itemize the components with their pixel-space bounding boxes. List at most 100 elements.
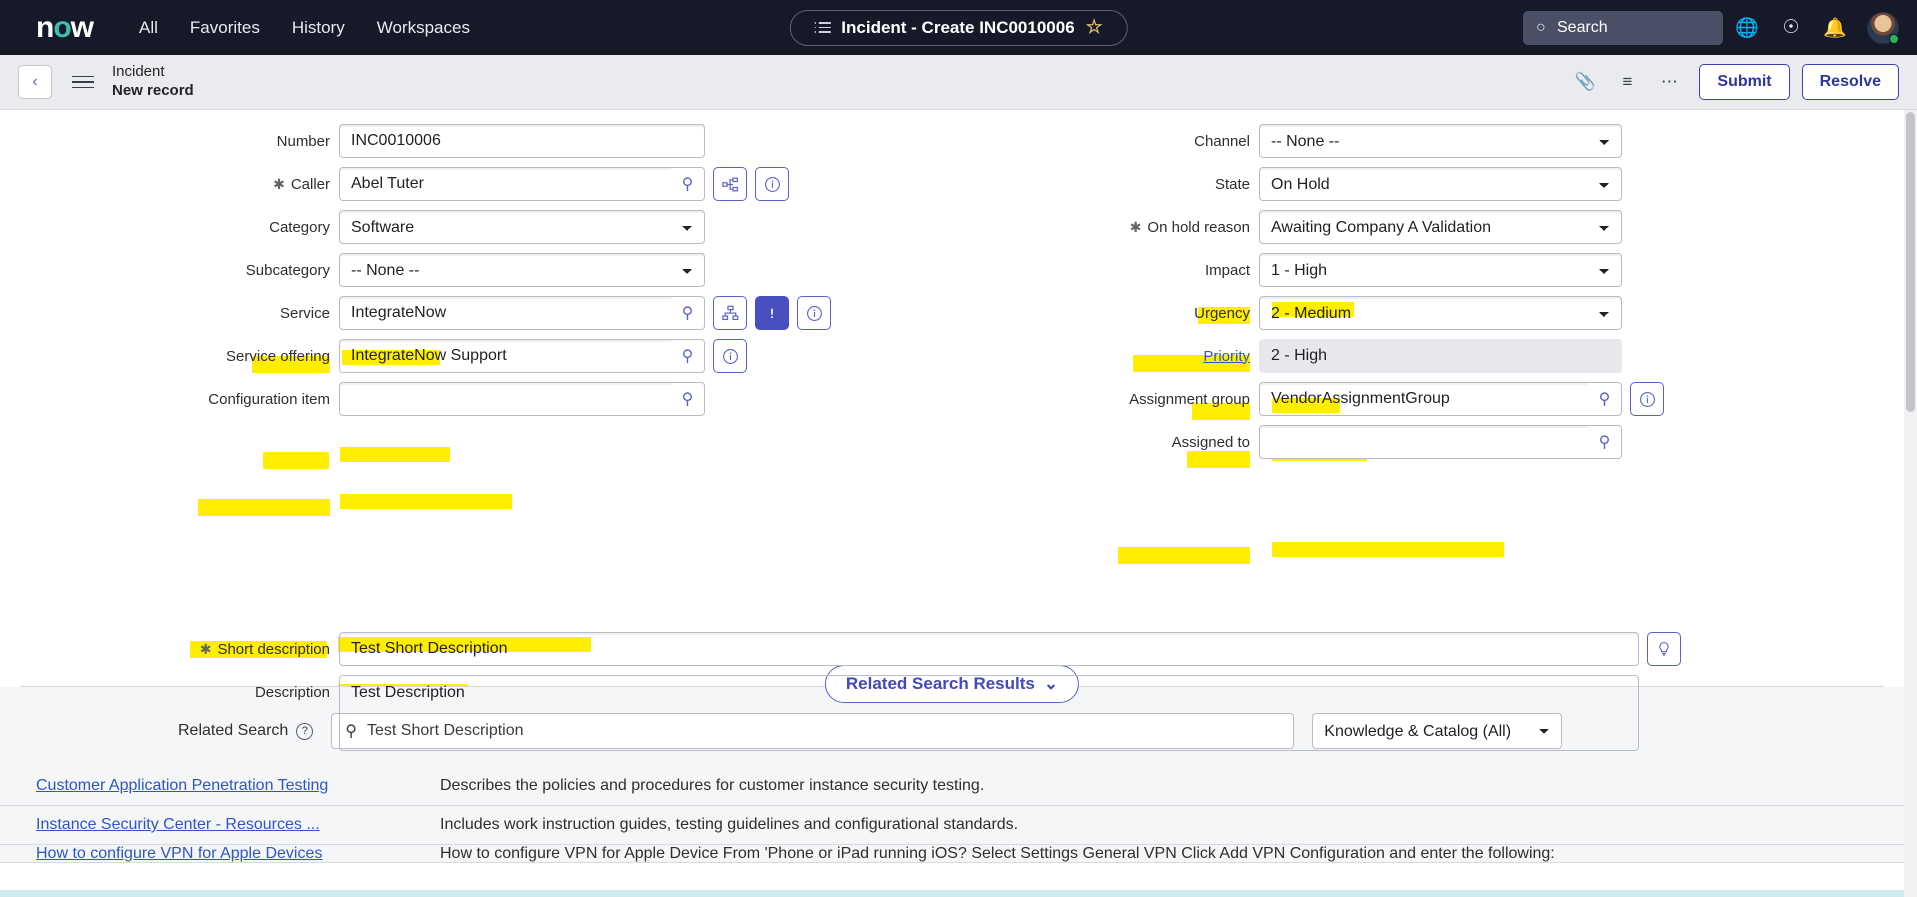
magnifier-icon-assigned-to[interactable]: ⚲ (1588, 425, 1622, 459)
sliders-icon[interactable]: ≡ (1609, 64, 1645, 100)
field-row-urgency: Urgency 2 - Medium (930, 296, 1700, 330)
nav-link-all[interactable]: All (123, 12, 174, 44)
form-left-column: Number INC0010006 ✱ Caller Abel Tuter ⚲ (0, 124, 870, 425)
select-channel[interactable]: -- None -- (1259, 124, 1622, 158)
result-description: How to configure VPN for Apple Device Fr… (440, 845, 1555, 862)
field-row-channel: Channel -- None -- (930, 124, 1700, 158)
help-icon[interactable]: ☉ (1771, 8, 1811, 48)
label-service: Service (279, 304, 330, 322)
input-short-description[interactable]: Test Short Description (339, 632, 1639, 666)
field-row-assigned-to: Assigned to ⚲ (930, 425, 1700, 459)
list-item[interactable]: How to configure VPN for Apple Devices H… (0, 845, 1904, 863)
list-icon (814, 19, 831, 36)
bell-icon[interactable]: 🔔 (1815, 8, 1855, 48)
ellipsis-icon[interactable]: ⋯ (1651, 64, 1687, 100)
paperclip-icon[interactable]: 📎 (1567, 64, 1603, 100)
input-number[interactable]: INC0010006 (339, 124, 705, 158)
nav-link-history[interactable]: History (276, 12, 361, 44)
global-search-placeholder: Search (1557, 18, 1608, 36)
sitemap-icon-service[interactable] (713, 296, 747, 330)
back-button[interactable]: ‹ (18, 65, 52, 99)
logo-letter-w: w (70, 10, 94, 44)
input-caller[interactable]: Abel Tuter (339, 167, 671, 201)
magnifier-icon-assignment-group[interactable]: ⚲ (1588, 382, 1622, 416)
input-assigned-to[interactable] (1259, 425, 1588, 459)
readonly-priority: 2 - High (1259, 339, 1622, 373)
field-row-service-offering: Service offering IntegrateNow Support ⚲ (0, 339, 870, 373)
field-row-subcategory: Subcategory -- None -- (0, 253, 870, 287)
label-channel: Channel (1194, 132, 1250, 150)
record-heading: Incident New record (112, 63, 194, 101)
record-title-pill[interactable]: Incident - Create INC0010006 ☆ (789, 9, 1128, 46)
field-row-priority: Priority 2 - High (930, 339, 1700, 373)
servicenow-logo[interactable]: now (36, 10, 94, 44)
label-on-hold-reason-text: On hold reason (1147, 218, 1250, 236)
star-icon[interactable]: ☆ (1086, 18, 1103, 37)
info-icon-assignment-group[interactable] (1630, 382, 1664, 416)
select-urgency[interactable]: 2 - Medium (1259, 296, 1622, 330)
required-asterisk-on-hold-reason: ✱ (1129, 218, 1142, 235)
info-icon-service-offering[interactable] (713, 339, 747, 373)
record-title-pill-wrapper: Incident - Create INC0010006 ☆ (789, 9, 1128, 46)
org-chart-icon-caller[interactable] (713, 167, 747, 201)
priority-label-link[interactable]: Priority (1203, 348, 1250, 365)
select-subcategory[interactable]: -- None -- (339, 253, 705, 287)
info-icon-caller[interactable] (755, 167, 789, 201)
field-row-on-hold-reason: ✱ On hold reason Awaiting Company A Vali… (930, 210, 1700, 244)
global-search-box[interactable]: ○ Search (1523, 10, 1723, 45)
textarea-description[interactable]: Test Description (339, 675, 1639, 751)
label-subcategory: Subcategory (245, 261, 330, 279)
result-title-link[interactable]: Customer Application Penetration Testing (36, 777, 440, 795)
result-description: Describes the policies and procedures fo… (440, 777, 985, 794)
nav-link-workspaces[interactable]: Workspaces (361, 12, 486, 44)
nav-link-favorites[interactable]: Favorites (174, 12, 276, 44)
globe-icon[interactable]: 🌐 (1727, 8, 1767, 48)
highlight-assignment-label (1118, 547, 1250, 564)
label-number: Number (276, 132, 330, 150)
label-category: Category (269, 218, 330, 236)
label-caller: ✱ Caller (0, 176, 330, 193)
related-search-results-list: Customer Application Penetration Testing… (0, 767, 1904, 863)
info-icon-service[interactable] (797, 296, 831, 330)
magnifier-icon-service[interactable]: ⚲ (671, 296, 705, 330)
logo-letter-o: o (53, 10, 71, 44)
result-title-link[interactable]: Instance Security Center - Resources ... (36, 816, 440, 834)
lightbulb-icon-short-description[interactable] (1647, 632, 1681, 666)
field-row-category: Category Software (0, 210, 870, 244)
input-service[interactable]: IntegrateNow (339, 296, 671, 330)
list-item[interactable]: Customer Application Penetration Testing… (0, 767, 1904, 806)
result-description: Includes work instruction guides, testin… (440, 816, 1019, 833)
input-service-offering[interactable]: IntegrateNow Support (339, 339, 671, 373)
field-row-number: Number INC0010006 (0, 124, 870, 158)
label-urgency: Urgency (1194, 304, 1250, 322)
nav-right-cluster: ○ Search 🌐 ☉ 🔔 (1523, 8, 1899, 48)
list-item[interactable]: Instance Security Center - Resources ...… (0, 806, 1904, 845)
result-title-link[interactable]: How to configure VPN for Apple Devices (36, 845, 440, 862)
page-scrollbar-thumb[interactable] (1906, 112, 1915, 412)
magnifier-icon-service-offering[interactable]: ⚲ (671, 339, 705, 373)
context-menu-icon[interactable] (72, 72, 94, 93)
label-description: Description (254, 683, 330, 701)
alert-icon-service[interactable] (755, 296, 789, 330)
select-on-hold-reason[interactable]: Awaiting Company A Validation (1259, 210, 1622, 244)
submit-button[interactable]: Submit (1699, 64, 1790, 100)
select-category[interactable]: Software (339, 210, 705, 244)
magnifier-icon-caller[interactable]: ⚲ (671, 167, 705, 201)
resolve-button[interactable]: Resolve (1801, 64, 1899, 100)
toolbar-actions: 📎 ≡ ⋯ Submit Resolve (1567, 64, 1899, 100)
label-state: State (1214, 175, 1250, 193)
highlight-service-offering-label (198, 499, 330, 516)
select-state[interactable]: On Hold (1259, 167, 1622, 201)
label-impact: Impact (1204, 261, 1250, 279)
avatar[interactable] (1867, 11, 1899, 44)
search-icon: ○ (1536, 18, 1547, 36)
input-assignment-group[interactable]: VendorAssignmentGroup (1259, 382, 1588, 416)
label-short-description-text: Short description (217, 640, 330, 658)
magnifier-icon-configuration-item[interactable]: ⚲ (671, 382, 705, 416)
form-full-width-rows: ✱ Short description Test Short Descripti… (0, 632, 1730, 760)
select-impact[interactable]: 1 - High (1259, 253, 1622, 287)
field-row-state: State On Hold (930, 167, 1700, 201)
input-configuration-item[interactable] (339, 382, 671, 416)
incident-form: Number INC0010006 ✱ Caller Abel Tuter ⚲ (0, 110, 1917, 751)
required-asterisk-caller: ✱ (273, 175, 285, 192)
